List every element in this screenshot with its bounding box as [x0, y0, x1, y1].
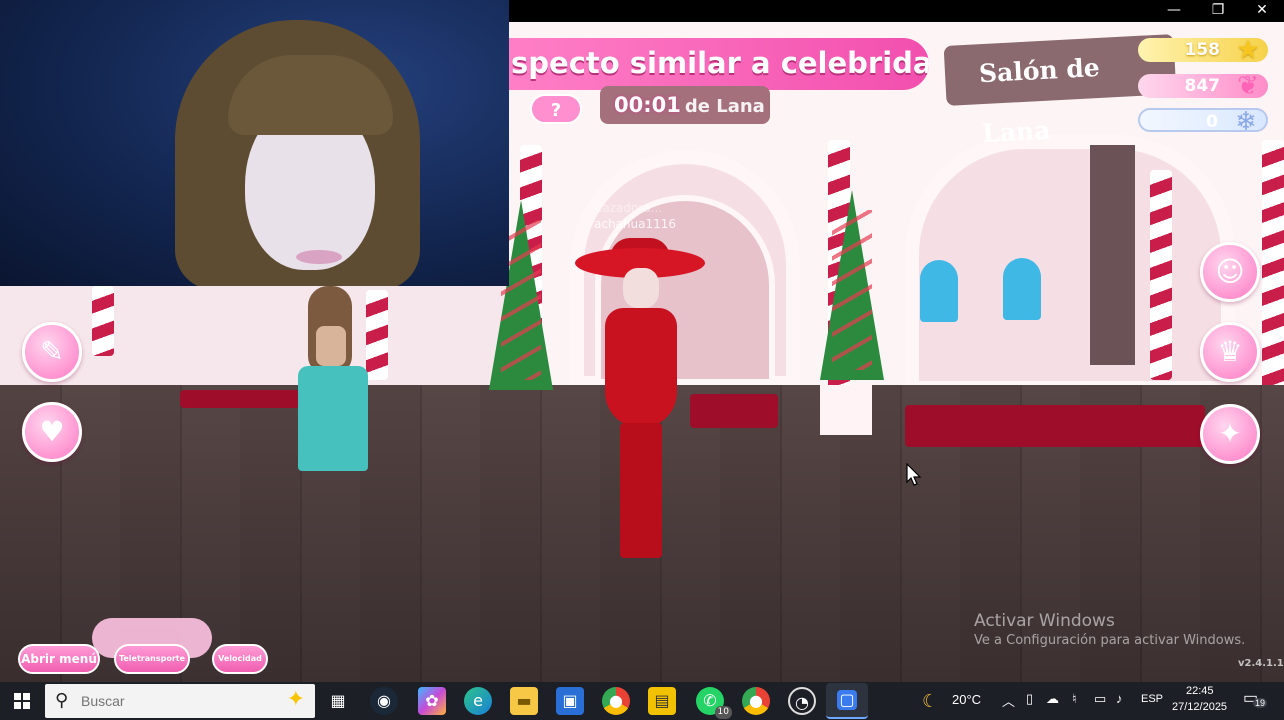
restore-button[interactable]: ❐ [1196, 0, 1240, 22]
active-app-icon[interactable]: ▢ [826, 683, 868, 719]
snowflake-icon: ❄ [1235, 107, 1257, 137]
nametag-username: achahua1116 [594, 217, 677, 231]
stars-counter: 158 ★ [1138, 35, 1268, 65]
whatsapp-badge: 10 [714, 706, 732, 719]
windows-logo-icon [14, 693, 30, 709]
salon-archway-right [905, 135, 1235, 395]
teleport-button[interactable]: Teletransporte [114, 644, 190, 674]
search-highlight-icon: ✦ [286, 687, 305, 712]
snowflake-value: 0 [1206, 112, 1218, 132]
search-input[interactable] [81, 686, 241, 716]
speed-button[interactable]: Velocidad [212, 644, 268, 674]
notes-icon[interactable]: ▤ [648, 687, 676, 715]
gems-value: 847 [1184, 76, 1221, 96]
windows-taskbar: ⚲ ✦ ▦ ◉ ✿ e ▬ ▣ ● ▤ ✆ 10 ● ◔ ▢ ☾ 20°C ︿ … [0, 682, 1284, 720]
notification-count: 19 [1253, 698, 1268, 708]
weather-moon-icon: ☾ [922, 691, 939, 711]
game-version: v2.4.1.1 [1238, 658, 1284, 669]
quest-banner: specto similar a celebridad [509, 38, 929, 90]
chrome-profile-icon[interactable]: ● [742, 687, 770, 715]
activate-windows-watermark: Activar Windows Ve a Configuración para … [974, 610, 1245, 650]
search-icon: ⚲ [55, 690, 69, 711]
npc-top [316, 326, 346, 366]
christmas-tree [820, 190, 884, 380]
store-icon[interactable]: ▣ [556, 687, 584, 715]
mirror-right [1003, 258, 1041, 320]
shopping-bag-icon: ♥ [39, 415, 65, 448]
candy-cane-pillar [1150, 170, 1172, 380]
volume-icon[interactable]: ♪ [1116, 691, 1123, 706]
minimize-button[interactable]: — [1152, 0, 1196, 22]
trophy-icon: ♛ [1217, 335, 1243, 368]
window-titlebar: — ❐ ✕ [509, 0, 1284, 22]
gems-counter: 847 ❦ [1138, 71, 1268, 101]
red-rug [180, 390, 300, 408]
quest-timer: 00:01 de Lana [600, 86, 770, 124]
star-icon: ★ [1236, 35, 1260, 65]
watermark-subtitle: Ve a Configuración para activar Windows. [974, 633, 1246, 648]
start-button[interactable] [0, 682, 44, 720]
screen: — ❐ ✕ specto similar a celebridad Salón … [0, 0, 1284, 720]
snowflake-counter: 0 ❄ [1138, 107, 1268, 137]
webcam-overlay [0, 0, 509, 286]
hint-button[interactable]: ? [530, 94, 582, 124]
avatar-face [623, 268, 659, 308]
mirror-left [920, 260, 958, 322]
player-avatar[interactable] [575, 238, 705, 568]
stars-value: 158 [1184, 40, 1221, 60]
npc-avatar[interactable] [288, 286, 378, 476]
tree-planter [820, 385, 872, 435]
tray-device-icon[interactable]: ▯ [1026, 691, 1033, 707]
microphone-icon[interactable]: ♮ [1072, 691, 1077, 707]
language-indicator[interactable]: ESP [1141, 693, 1163, 705]
chrome-icon[interactable]: ● [602, 687, 630, 715]
candy-cane-pillar [92, 286, 114, 356]
network-icon[interactable]: ▭ [1094, 691, 1106, 707]
whatsapp-icon[interactable]: ✆ 10 [696, 687, 732, 719]
tray-chevron-icon[interactable]: ︿ [1002, 691, 1015, 710]
avatar-icon: ☺ [1215, 255, 1245, 288]
player-nametag: Cazadora... achahua1116 [594, 200, 676, 232]
edge-icon[interactable]: e [464, 687, 492, 715]
nametag-title: Cazadora... [594, 201, 663, 215]
pose-button[interactable]: ✦ [1200, 404, 1260, 464]
trophy-button[interactable]: ♛ [1200, 322, 1260, 382]
file-explorer-icon[interactable]: ▬ [510, 687, 538, 715]
red-dress [605, 308, 677, 428]
makeup-icon: ✎ [40, 335, 64, 368]
timer-suffix: de Lana [684, 96, 765, 117]
open-menu-button[interactable]: Abrir menú [18, 644, 100, 674]
clock-time[interactable]: 22:45 [1186, 685, 1214, 697]
wall-panel [1090, 145, 1135, 365]
makeup-station-button[interactable]: ✎ [22, 322, 82, 382]
dance-pose-icon: ✦ [1218, 417, 1242, 450]
gem-bow-icon: ❦ [1237, 71, 1259, 101]
shop-button[interactable]: ♥ [22, 402, 82, 462]
watermark-title: Activar Windows [974, 611, 1115, 631]
mouse-cursor-icon [906, 462, 922, 491]
webcam-lips [296, 250, 342, 264]
onedrive-icon[interactable]: ☁ [1046, 691, 1059, 707]
red-rug [905, 405, 1205, 447]
avatar-outfit-button[interactable]: ☺ [1200, 242, 1260, 302]
candy-cane-pillar [1262, 140, 1284, 390]
copilot-icon[interactable]: ✿ [418, 687, 446, 715]
npc-teal-pants [298, 366, 368, 471]
task-view-icon[interactable]: ▦ [324, 687, 352, 715]
timer-value: 00:01 [614, 93, 681, 117]
steam-icon[interactable]: ◉ [370, 687, 398, 715]
clock-app-icon[interactable]: ◔ [788, 687, 816, 715]
notifications-icon[interactable]: ▭ 19 [1243, 688, 1268, 708]
clock-date[interactable]: 27/12/2025 [1172, 701, 1227, 713]
red-boots [620, 423, 662, 558]
close-button[interactable]: ✕ [1240, 0, 1284, 22]
weather-temp[interactable]: 20°C [952, 692, 981, 707]
taskbar-search[interactable]: ⚲ ✦ [45, 684, 315, 718]
